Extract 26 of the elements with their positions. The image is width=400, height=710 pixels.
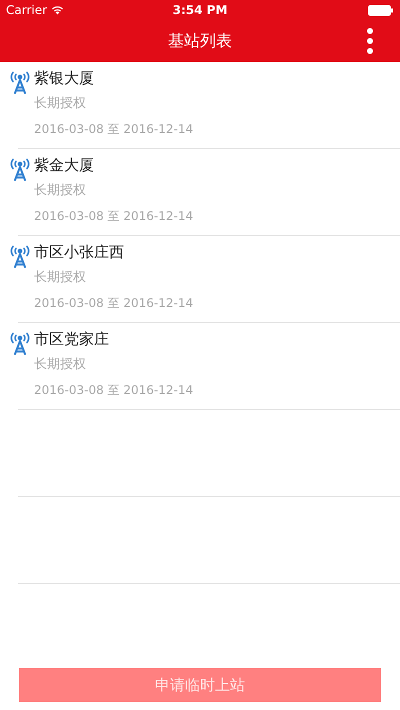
- antenna-tower-icon: [8, 331, 32, 355]
- more-icon[interactable]: [365, 28, 375, 54]
- date-range: 2016-03-08 至 2016-12-14: [34, 382, 194, 398]
- antenna-tower-icon: [8, 70, 32, 94]
- antenna-tower-icon: [8, 157, 32, 181]
- station-item[interactable]: 紫金大厦 长期授权 2016-03-08 至 2016-12-14: [0, 149, 400, 236]
- carrier-label: Carrier: [6, 3, 48, 17]
- page-title: 基站列表: [168, 30, 232, 52]
- date-range: 2016-03-08 至 2016-12-14: [34, 121, 194, 137]
- battery-icon: [368, 4, 394, 16]
- station-name: 紫金大厦: [34, 155, 94, 175]
- authorization-type: 长期授权: [34, 269, 86, 287]
- wifi-icon: [51, 5, 64, 15]
- date-range: 2016-03-08 至 2016-12-14: [34, 295, 194, 311]
- antenna-tower-icon: [8, 244, 32, 268]
- date-range: 2016-03-08 至 2016-12-14: [34, 208, 194, 224]
- station-name: 市区小张庄西: [34, 242, 124, 262]
- authorization-type: 长期授权: [34, 356, 86, 374]
- station-item[interactable]: 市区小张庄西 长期授权 2016-03-08 至 2016-12-14: [0, 236, 400, 323]
- station-name: 紫银大厦: [34, 68, 94, 88]
- station-name: 市区党家庄: [34, 329, 109, 349]
- station-item[interactable]: 紫银大厦 长期授权 2016-03-08 至 2016-12-14: [0, 62, 400, 149]
- authorization-type: 长期授权: [34, 182, 86, 200]
- status-time: 3:54 PM: [172, 3, 228, 17]
- authorization-type: 长期授权: [34, 95, 86, 113]
- station-item[interactable]: 市区党家庄 长期授权 2016-03-08 至 2016-12-14: [0, 323, 400, 410]
